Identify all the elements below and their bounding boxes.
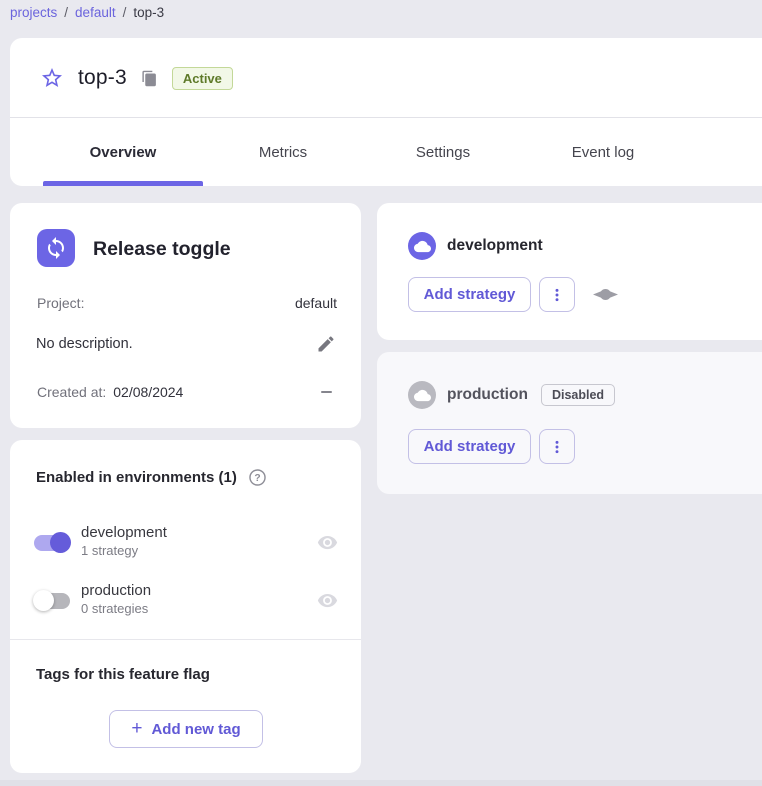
favorite-star-button[interactable] [40, 66, 64, 90]
environment-more-actions-button[interactable] [539, 429, 575, 464]
tab-metrics[interactable]: Metrics [203, 118, 363, 186]
feature-title-row: top-3 Active [40, 38, 233, 118]
add-strategy-button-production[interactable]: Add strategy [408, 429, 531, 464]
help-icon[interactable]: ? [248, 468, 267, 487]
add-new-tag-label: Add new tag [151, 721, 240, 738]
environment-row-production: production 0 strategies [33, 578, 338, 622]
created-at-value: 02/08/2024 [113, 384, 183, 400]
tags-title: Tags for this feature flag [36, 666, 210, 683]
development-toggle[interactable] [33, 531, 71, 554]
flag-type-title: Release toggle [93, 238, 231, 261]
status-badge: Active [172, 67, 233, 90]
created-at-label: Created at: [37, 384, 106, 400]
add-strategy-label: Add strategy [424, 286, 516, 303]
tab-settings[interactable]: Settings [363, 118, 523, 186]
tab-bar: Overview Metrics Settings Event log [43, 118, 683, 186]
svg-text:?: ? [254, 473, 260, 484]
collapse-details-button[interactable] [321, 391, 332, 393]
plus-icon: + [131, 719, 142, 738]
production-toggle[interactable] [33, 589, 71, 612]
environment-name: development [81, 524, 317, 543]
copy-icon [141, 70, 158, 87]
eye-icon[interactable] [317, 532, 338, 553]
strategy-count: 0 strategies [81, 601, 317, 618]
environment-panel-title: development [447, 237, 543, 255]
cloud-icon [408, 232, 436, 260]
project-row: Project: default [37, 295, 337, 311]
environment-name: production [81, 582, 317, 601]
card-divider [10, 639, 361, 640]
environment-row-development: development 1 strategy [33, 520, 338, 564]
tab-label: Settings [416, 144, 470, 161]
tab-event-log[interactable]: Event log [523, 118, 683, 186]
breadcrumb-current: top-3 [133, 5, 164, 20]
minus-icon [321, 391, 332, 393]
project-value: default [295, 295, 337, 311]
flag-details-card: Release toggle Project: default No descr… [10, 203, 361, 428]
copy-name-button[interactable] [141, 70, 158, 87]
edit-description-button[interactable] [316, 334, 336, 354]
breadcrumb-default-link[interactable]: default [75, 5, 116, 20]
kebab-menu-icon [549, 287, 565, 303]
eye-icon[interactable] [317, 590, 338, 611]
environment-panel-title: production [447, 386, 528, 404]
project-label: Project: [37, 295, 84, 311]
environments-title: Enabled in environments (1) [36, 469, 237, 486]
environments-card: Enabled in environments (1) ? developmen… [10, 440, 361, 773]
feature-header-card: top-3 Active Overview Metrics Settings E… [10, 38, 762, 186]
development-environment-panel: development Add strategy [377, 203, 762, 340]
active-tab-indicator [43, 181, 203, 186]
tab-label: Overview [90, 144, 157, 161]
kebab-menu-icon [549, 439, 565, 455]
page-title: top-3 [78, 66, 127, 90]
production-environment-panel: production Disabled Add strategy [377, 352, 762, 494]
toggle-thumb [50, 532, 71, 553]
add-new-tag-button[interactable]: + Add new tag [109, 710, 263, 748]
tab-overview[interactable]: Overview [43, 118, 203, 186]
breadcrumb-separator: / [64, 5, 68, 20]
description-text: No description. [36, 336, 133, 352]
breadcrumb: projects / default / top-3 [10, 3, 164, 21]
add-strategy-label: Add strategy [424, 438, 516, 455]
toggle-thumb [33, 590, 54, 611]
add-strategy-button-development[interactable]: Add strategy [408, 277, 531, 312]
breadcrumb-separator: / [123, 5, 127, 20]
breadcrumb-projects-link[interactable]: projects [10, 5, 57, 20]
strategy-count: 1 strategy [81, 543, 317, 560]
tab-label: Metrics [259, 144, 307, 161]
star-icon [40, 66, 64, 90]
environment-more-actions-button[interactable] [539, 277, 575, 312]
disabled-badge: Disabled [541, 384, 615, 406]
cloud-icon [408, 381, 436, 409]
pencil-icon [316, 334, 336, 354]
release-toggle-icon [37, 229, 75, 267]
created-at-row: Created at: 02/08/2024 [37, 384, 332, 400]
lifecycle-stage-icon[interactable] [593, 288, 618, 301]
bottom-edge-strip [0, 780, 762, 786]
description-row: No description. [36, 334, 336, 354]
tab-label: Event log [572, 144, 635, 161]
